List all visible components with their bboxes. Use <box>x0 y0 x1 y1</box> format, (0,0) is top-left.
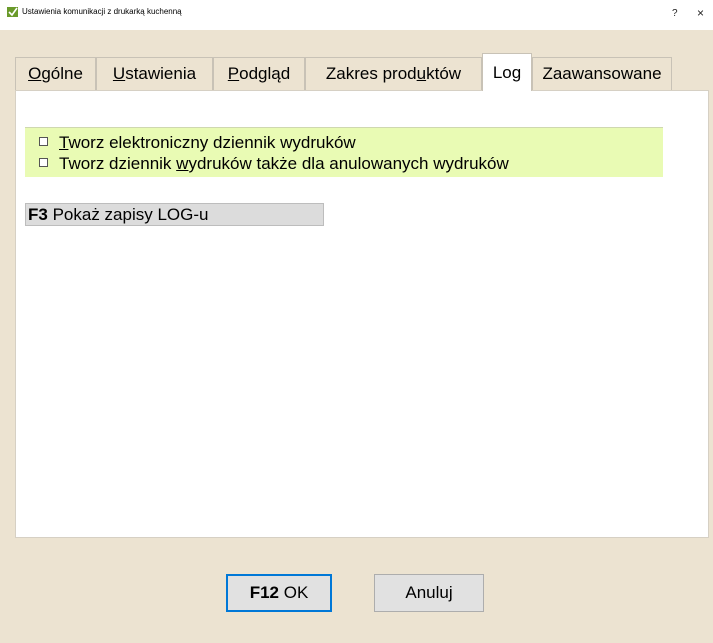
tab-label: gólne <box>41 64 83 83</box>
tab-label: Log <box>492 63 522 82</box>
option-label-hotkey: w <box>176 154 189 173</box>
help-button[interactable]: ? <box>672 8 678 19</box>
tab-label: stawienia <box>125 64 197 83</box>
app-icon <box>7 7 18 17</box>
tab-label-hotkey: O <box>28 64 42 83</box>
ok-hotkey: F12 <box>249 583 279 602</box>
tab-zaawansowane[interactable]: Zaawansowane <box>532 57 672 91</box>
show-log-hotkey: F3 <box>28 205 48 224</box>
tab-ogolne[interactable]: Ogólne <box>15 57 96 91</box>
window-title: Ustawienia komunikacji z drukarką kuchen… <box>22 7 182 16</box>
show-log-button[interactable]: F3 Pokaż zapisy LOG-u <box>25 203 324 226</box>
ok-label: OK <box>279 583 309 602</box>
tab-podglad[interactable]: Podgląd <box>213 57 305 91</box>
log-tab-panel: Tworz elektroniczny dziennik wydruków Tw… <box>15 90 709 538</box>
cancel-button[interactable]: Anuluj <box>374 574 484 612</box>
option-label: Tworz dziennik <box>59 154 177 173</box>
tab-zakres-produktow[interactable]: Zakres produktów <box>305 57 482 91</box>
option-label: ydruków także dla anulowanych wydruków <box>188 154 509 173</box>
option-cancelled-log[interactable]: Tworz dziennik wydruków także dla anulow… <box>39 154 509 174</box>
ok-button[interactable]: F12 OK <box>226 574 332 612</box>
tab-label: Zakres prod <box>325 64 417 83</box>
log-options-group: Tworz elektroniczny dziennik wydruków Tw… <box>25 127 663 177</box>
tab-log[interactable]: Log <box>482 53 532 91</box>
tab-label: któw <box>426 64 462 83</box>
checkbox-electronic-log[interactable] <box>39 137 48 147</box>
checkbox-cancelled-log[interactable] <box>39 158 48 168</box>
show-log-label: Pokaż zapisy LOG-u <box>47 205 209 224</box>
option-label: worz elektroniczny dziennik wydruków <box>68 133 356 152</box>
tab-label-hotkey: P <box>227 64 240 83</box>
tab-ustawienia[interactable]: Ustawienia <box>96 57 213 91</box>
cancel-label: Anuluj <box>405 583 453 602</box>
tab-label-hotkey: U <box>112 64 126 83</box>
tab-label: odgląd <box>239 64 291 83</box>
tab-label: Zaawansowane <box>542 64 662 83</box>
title-bar: Ustawienia komunikacji z drukarką kuchen… <box>0 0 713 30</box>
close-button[interactable]: × <box>697 6 704 20</box>
tab-label-hotkey: u <box>416 64 427 83</box>
option-electronic-log[interactable]: Tworz elektroniczny dziennik wydruków <box>39 133 356 153</box>
